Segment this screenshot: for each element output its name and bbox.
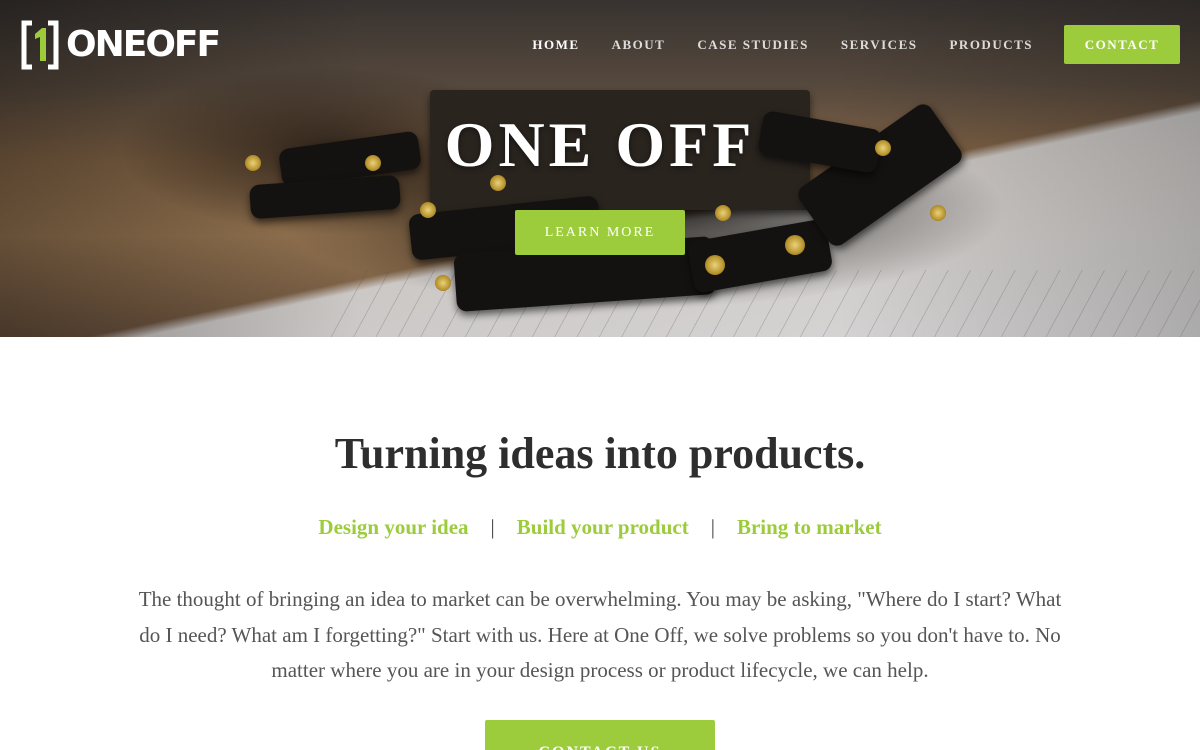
nav-item-home[interactable]: HOME xyxy=(532,37,579,53)
step-build-link[interactable]: Build your product xyxy=(517,515,689,540)
main-nav: HOME ABOUT CASE STUDIES SERVICES PRODUCT… xyxy=(532,25,1180,64)
nav-item-products[interactable]: PRODUCTS xyxy=(949,37,1033,53)
learn-more-button[interactable]: LEARN MORE xyxy=(515,210,685,255)
process-steps: Design your idea | Build your product | … xyxy=(0,515,1200,540)
nav-item-services[interactable]: SERVICES xyxy=(841,37,918,53)
nav-contact-button[interactable]: CONTACT xyxy=(1064,25,1180,64)
logo-bracket-icon xyxy=(21,20,59,70)
logo-text: ONEOFF xyxy=(66,24,221,65)
step-design-link[interactable]: Design your idea xyxy=(318,515,468,540)
intro-paragraph: The thought of bringing an idea to marke… xyxy=(138,587,1062,682)
hero-banner: ONEOFF HOME ABOUT CASE STUDIES SERVICES … xyxy=(0,0,1200,337)
step-market-link[interactable]: Bring to market xyxy=(737,515,882,540)
brand-logo[interactable]: ONEOFF xyxy=(20,20,221,70)
step-separator: | xyxy=(710,515,715,539)
nav-item-case-studies[interactable]: CASE STUDIES xyxy=(697,37,809,53)
nav-item-about[interactable]: ABOUT xyxy=(612,37,666,53)
step-separator: | xyxy=(490,515,495,539)
page-headline: Turning ideas into products. xyxy=(334,429,866,478)
contact-us-button[interactable]: CONTACT US xyxy=(485,720,715,750)
hero-title: ONE OFF xyxy=(444,109,756,180)
